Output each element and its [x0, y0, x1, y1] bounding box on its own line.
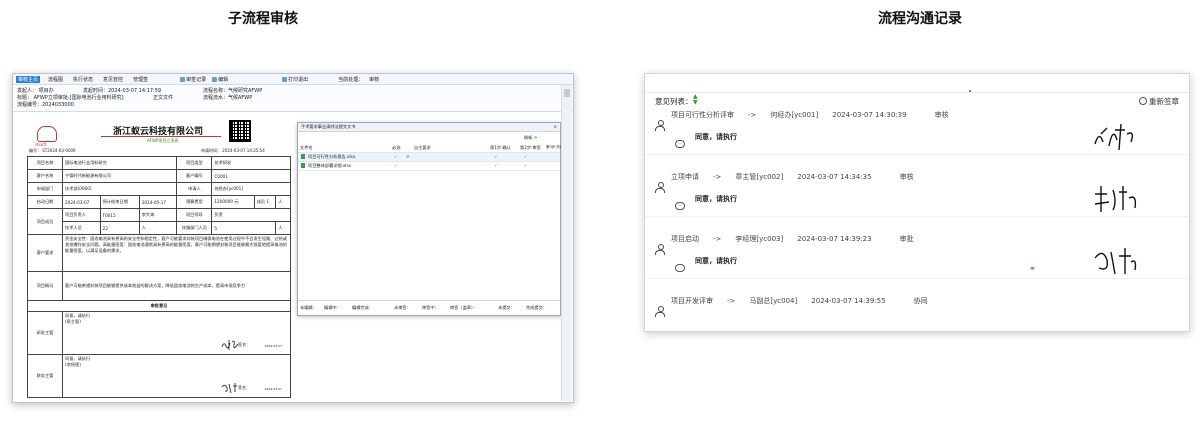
process-info-bar: 发起人： 项目办 发起时间：2024-03-07 14:17:59 流程名称：气…: [13, 85, 573, 112]
company-logo-icon: [37, 126, 57, 142]
refresh-icon: ⟳: [533, 135, 538, 140]
close-icon[interactable]: ×: [553, 123, 557, 131]
signature-image: [1094, 123, 1134, 151]
vertical-scrollbar[interactable]: [561, 85, 572, 401]
opinion-list-header: 意见列表： ▲ ▼ 重新签章: [655, 94, 1179, 107]
check-icon: ✓: [524, 163, 528, 168]
opinion-entry: 项目启动 -> 李经理[yc003] 2024-03-07 14:39:23 审批 同意…: [645, 234, 1189, 294]
check-icon: ✓: [494, 154, 498, 159]
check-icon: ✓: [394, 154, 398, 159]
table-row: 技术人员 22 人 技服部门人员 5 人: [28, 221, 291, 235]
edit-button[interactable]: 编辑: [212, 76, 228, 83]
file-submit-dialog: 手术要求事业清除法提交文书 × 刷新 ⟳ 文件名 必选 自主要求 第1步:确认 …: [297, 122, 570, 316]
current-step-label: 当前处理：: [338, 76, 364, 83]
signature-image: [1094, 186, 1137, 212]
person-icon: [655, 120, 665, 131]
table-row: 客户要求 资金安全性：固态电池具有更高的安全性和稳定性，客户可能要求封装项目确保…: [27, 234, 291, 272]
sort-arrows-icon[interactable]: ▲ ▼: [693, 94, 698, 106]
print-exit-button[interactable]: 打印退出: [282, 76, 308, 83]
form-number: 编号： ST2024-03-0009: [29, 148, 76, 153]
person-icon: [655, 244, 665, 255]
info-start-time: 发起时间：2024-03-07 14:17:59: [83, 88, 162, 94]
resign-button[interactable]: 重新签章: [1139, 96, 1179, 107]
comment-icon: ···: [675, 140, 685, 148]
window-top-bar: [645, 74, 1189, 93]
subprocess-review-window: 审核主页 流程图 执行状态 意见管控 管理签 审签记录 编辑 打印退出 当前处理…: [12, 73, 574, 403]
project-info-table: 项目名称 国际电池行业用料研究 项目类型 技术研发 客户名称 宁德时代新能源有限…: [27, 156, 291, 398]
refresh-button[interactable]: 刷新 ⟳: [524, 135, 537, 141]
opinion-text: 同意，请执行: [695, 195, 737, 203]
edit-icon: [212, 76, 218, 82]
excel-file-icon: [301, 163, 305, 168]
sign-record-button[interactable]: 审签记录: [180, 76, 206, 83]
communication-record-window: 意见列表： ▲ ▼ 重新签章 项目可行性分析评审 -> 何经办[yc001] 2024-…: [644, 73, 1190, 332]
left-panel-title: 子流程审核: [228, 11, 298, 27]
info-process-number: 流程编号：2024033000: [17, 102, 74, 108]
project-form-document: iXsoft 浙江蚁云科技有限公司 AFWP项目立项表 编号： ST2024-0…: [23, 118, 293, 400]
attachment-icon[interactable]: ⚭: [1029, 264, 1036, 273]
record-icon: [180, 76, 186, 82]
qr-code-icon: [229, 120, 251, 142]
info-process-name: 流程名称：气候研究AFWP: [203, 88, 263, 94]
check-icon: ✓: [394, 163, 398, 168]
dialog-legend: 未编辑： 编辑中： 编辑完成： 未审签： 审签中： 审签（盖章）： 未提交： 完…: [298, 300, 560, 315]
signature-image: [221, 383, 237, 394]
user-icon: [1139, 97, 1147, 105]
table-row: 申请部门 技术部[0060] 申请人 何经办[yc001]: [27, 182, 291, 196]
tab-review-home[interactable]: 审核主页: [16, 75, 41, 83]
dialog-column-header: 文件名 必选 自主要求 第1步:确认 第2步:审签 第3步:完成提交: [298, 144, 570, 153]
opinion-text: 同意，请执行: [695, 133, 737, 141]
current-step-value: 审核: [369, 76, 380, 83]
signature-image: [1094, 248, 1137, 275]
tab-exec-status[interactable]: 执行状态: [71, 76, 95, 83]
title-divider: [101, 136, 221, 137]
comment-icon: ···: [675, 264, 685, 272]
tab-opinion-control[interactable]: 意见管控: [101, 76, 125, 83]
apply-time: 申请时间： 2024-03-07 14:25:54: [201, 148, 265, 153]
dialog-title: 手术要求事业清除法提交文书 ×: [298, 123, 560, 132]
tab-manage-sign[interactable]: 管理签: [131, 76, 150, 83]
check-icon: ✓: [524, 154, 528, 159]
right-panel-title: 流程沟通记录: [878, 11, 962, 27]
refresh-icon: ⟳: [406, 154, 410, 159]
body-file-link[interactable]: 正文文件: [153, 94, 173, 101]
excel-file-icon: [301, 154, 305, 159]
check-icon: ✓: [494, 163, 498, 168]
comment-icon: ···: [675, 202, 685, 210]
menu-bar: 审核主页 流程图 执行状态 意见管控 管理签 审签记录 编辑 打印退出 当前处理…: [13, 74, 573, 85]
info-process-flow: 流程流水：气候AFWP: [203, 95, 253, 101]
table-row: 审批意见: [27, 300, 291, 312]
list-item[interactable]: 项目整体部署详细.xlsx ✓ ✓ ✓: [298, 162, 560, 171]
scrollbar-thumb[interactable]: [564, 89, 570, 97]
opinion-entry: 项目可行性分析评审 -> 何经办[yc001] 2024-03-07 14:30:39…: [645, 110, 1189, 170]
table-row: 财务主管 同意，请执行 (李经理) 签名： 2024-03-07: [27, 354, 291, 398]
tab-flowchart[interactable]: 流程图: [46, 76, 65, 83]
list-item[interactable]: 项目可行性分析报告.xlsx ✓ ⟳ ✓ ✓: [298, 153, 560, 162]
opinion-entry: 项目开发评审 -> 马副总[yc004] 2024-03-07 14:39:55 协同: [645, 296, 1189, 331]
opinion-list-label: 意见列表：: [655, 97, 693, 106]
table-row: 项目成员 项目负责人 F0015 李大海 项目领导 负责: [27, 208, 291, 235]
table-row: 项目名称 国际电池行业用料研究 项目类型 技术研发: [27, 156, 291, 170]
table-row: 研发主管 同意，请执行 (章主管) 签名： 2024-03-07: [27, 311, 291, 355]
person-icon: [655, 306, 665, 317]
opinion-entry: 立项申请 -> 章主管[yc002] 2024-03-07 14:34:35 审核 同意…: [645, 172, 1189, 232]
print-icon: [282, 76, 288, 82]
opinion-text: 同意，请执行: [695, 257, 737, 265]
info-title: 标题： AFWP立项审批-[国际电池行业用料研究]: [17, 95, 124, 101]
person-icon: [655, 182, 665, 193]
form-subtitle: AFWP项目立项表: [147, 138, 179, 143]
signature-image: [221, 340, 239, 350]
table-row: 项目概况 客户可能希望封装项目能够提供成本效益的解决方案，降低固态电池的生产成本…: [27, 271, 291, 301]
logo-text: iXsoft: [35, 142, 47, 147]
info-initiator: 发起人： 项目办: [17, 88, 54, 94]
table-row: 启动日期 2024-03-07 预计结束日期 2024-05-17 预算费用 1…: [27, 195, 291, 209]
table-row: 客户名称 宁德时代新能源有限公司 客户编号 C0001: [27, 169, 291, 183]
